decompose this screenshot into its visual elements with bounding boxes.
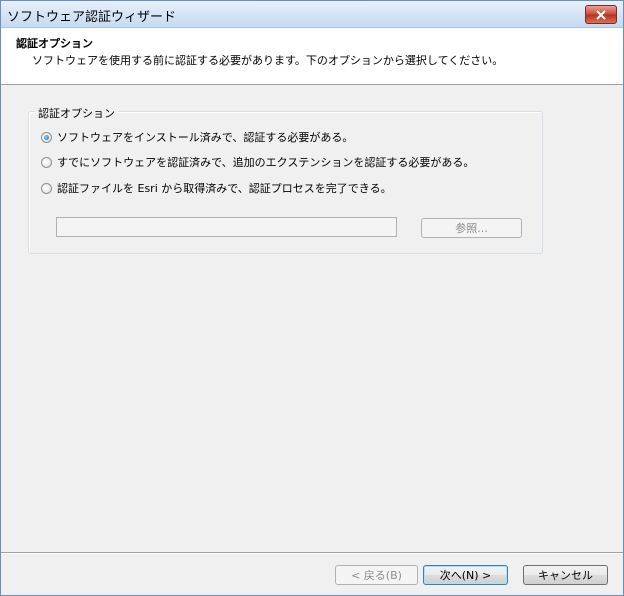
browse-button[interactable]: 参照... [421,218,522,238]
radio-button[interactable] [41,182,52,194]
option-authorize-extension[interactable]: すでにソフトウェアを認証済みで、追加のエクステンションを認証する必要がある。 [41,154,474,170]
cancel-button[interactable]: キャンセル [523,565,608,585]
option-label: ソフトウェアをインストール済みで、認証する必要がある。 [57,131,354,144]
option-label: すでにソフトウェアを認証済みで、追加のエクステンションを認証する必要がある。 [57,156,475,169]
radio-button-checked[interactable] [41,131,52,143]
wizard-window: ソフトウェア認証ウィザード 認証オプション ソフトウェアを使用する前に認証する必… [0,0,624,596]
auth-file-path-input[interactable] [56,217,397,237]
header-title: 認証オプション [16,37,93,50]
option-install-and-authorize[interactable]: ソフトウェアをインストール済みで、認証する必要がある。 [41,129,353,145]
wizard-header: 認証オプション ソフトウェアを使用する前に認証する必要があります。下のオプション… [1,28,623,85]
footer-separator [1,552,623,554]
option-label: 認証ファイルを Esri から取得済みで、認証プロセスを完了できる。 [57,182,392,195]
option-have-auth-file[interactable]: 認証ファイルを Esri から取得済みで、認証プロセスを完了できる。 [41,180,392,196]
next-button[interactable]: 次へ(N) > [423,565,508,585]
close-icon [596,9,606,20]
radio-button[interactable] [41,156,52,168]
close-button[interactable] [585,5,617,24]
options-group-label: 認証オプション [35,105,118,121]
header-subtitle: ソフトウェアを使用する前に認証する必要があります。下のオプションから選択してくだ… [32,54,504,67]
window-title: ソフトウェア認証ウィザード [7,10,177,25]
back-button[interactable]: < 戻る(B) [335,565,418,585]
title-bar[interactable]: ソフトウェア認証ウィザード [1,1,623,28]
